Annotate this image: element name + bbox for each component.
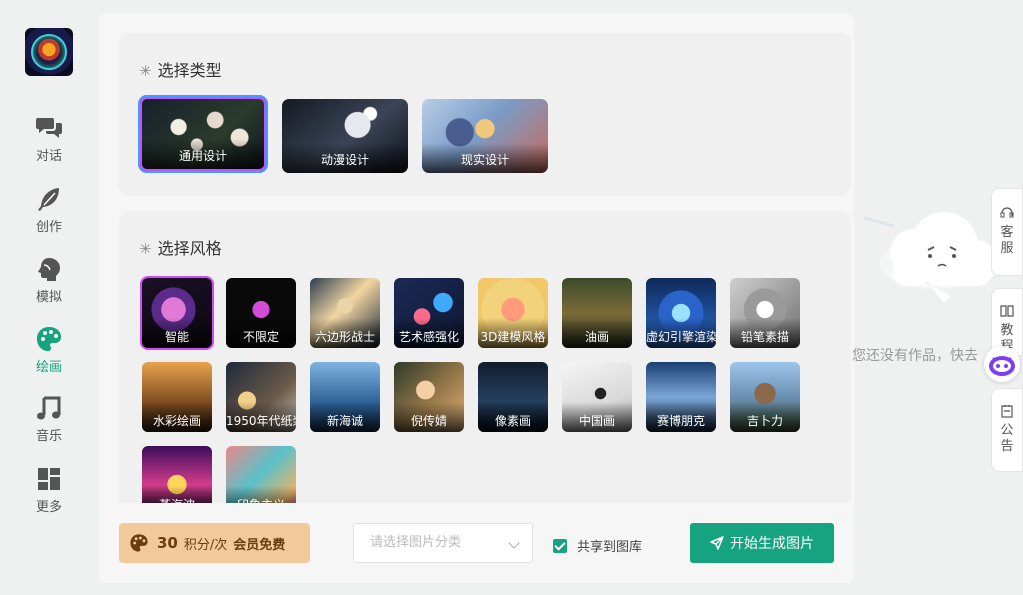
feather-icon (38, 188, 59, 211)
style-tile-label: 铅笔素描 (730, 318, 800, 348)
style-tile[interactable]: 不限定 (226, 278, 296, 348)
asterisk-icon: ✳ (139, 240, 152, 258)
generate-button-label: 开始生成图片 (730, 536, 814, 552)
style-tile-label: 1950年代纸浆 (226, 402, 296, 432)
type-tile-general[interactable]: 通用设计 (140, 97, 266, 171)
notice-icon (1001, 405, 1013, 418)
sidebar-item-label: 绘画 (35, 360, 62, 375)
sidebar-item-music[interactable]: 音乐 (0, 395, 98, 455)
style-tile-label: 像素画 (478, 402, 548, 432)
style-tile-label: 不限定 (226, 318, 296, 348)
type-tile-label: 动漫设计 (282, 143, 408, 173)
type-section: ✳ 选择类型 通用设计 动漫设计 现实设计 (119, 33, 851, 196)
style-tile-label: 3D建模风格 (478, 318, 548, 348)
style-tile-label: 水彩绘画 (142, 402, 212, 432)
style-tile[interactable]: 吉卜力 (730, 362, 800, 432)
chevron-down-icon (508, 537, 520, 549)
assistant-bot-icon[interactable] (984, 346, 1020, 382)
bottom-bar: 30 积分/次 会员免费 请选择图片分类 共享到图库 开始生成图片 (99, 503, 854, 583)
share-checkbox[interactable] (553, 538, 567, 553)
style-tile-label: 倪传婧 (394, 402, 464, 432)
palette-icon (37, 327, 61, 351)
empty-cloud-illustration (863, 208, 1004, 318)
headset-icon (1000, 207, 1014, 218)
type-section-title: ✳ 选择类型 (139, 61, 222, 80)
points-cost-badge[interactable]: 30 积分/次 会员免费 (119, 523, 310, 563)
book-icon (1000, 305, 1014, 317)
category-select[interactable]: 请选择图片分类 (353, 523, 533, 563)
style-section: ✳ 选择风格 智能 不限定 六边形战士 艺术感强化 3D建模风格 油画 虚幻引擎渲染 铅笔素描水… (119, 211, 851, 516)
main-panel: ✳ 选择类型 通用设计 动漫设计 现实设计 ✳ 选择风格 智能 不限定 六边形战士 艺术感… (99, 13, 854, 583)
send-icon (710, 536, 724, 550)
music-icon (37, 396, 61, 420)
style-tile-label: 中国画 (562, 402, 632, 432)
style-tile-label: 新海诚 (310, 402, 380, 432)
sidebar-item-more[interactable]: 更多 (0, 466, 98, 526)
points-unit: 积分/次 (183, 537, 228, 553)
share-toggle[interactable]: 共享到图库 (553, 536, 642, 555)
share-label: 共享到图库 (577, 540, 643, 555)
style-tile[interactable]: 油画 (562, 278, 632, 348)
style-tile-label: 虚幻引擎渲染 (646, 318, 716, 348)
type-tile-label: 现实设计 (422, 143, 548, 173)
sidebar-item-label: 对话 (35, 149, 62, 164)
style-tile[interactable]: 艺术感强化 (394, 278, 464, 348)
style-tile[interactable]: 1950年代纸浆 (226, 362, 296, 432)
type-tile-anime[interactable]: 动漫设计 (282, 99, 408, 173)
style-tile[interactable]: 像素画 (478, 362, 548, 432)
style-tile[interactable]: 新海诚 (310, 362, 380, 432)
style-tile[interactable]: 赛博朋克 (646, 362, 716, 432)
points-value: 30 (157, 534, 178, 552)
sidebar-item-create[interactable]: 创作 (0, 186, 98, 246)
type-tile-realistic[interactable]: 现实设计 (422, 99, 548, 173)
sidebar-item-label: 模拟 (35, 290, 62, 305)
sidebar-item-label: 音乐 (35, 429, 62, 444)
member-free-label: 会员免费 (233, 537, 286, 553)
style-tile[interactable]: 六边形战士 (310, 278, 380, 348)
sidebar-item-chat[interactable]: 对话 (0, 115, 98, 175)
tab-customer-service[interactable]: 客服 (991, 188, 1023, 276)
palette-icon (130, 534, 148, 552)
style-tile[interactable]: 3D建模风格 (478, 278, 548, 348)
grid-icon (38, 468, 60, 490)
style-tile[interactable]: 水彩绘画 (142, 362, 212, 432)
style-tile[interactable]: 铅笔素描 (730, 278, 800, 348)
style-tile[interactable]: 虚幻引擎渲染 (646, 278, 716, 348)
style-tile[interactable]: 智能 (140, 276, 214, 350)
style-tile[interactable]: 中国画 (562, 362, 632, 432)
side-tab-label: 公告 (1000, 423, 1014, 454)
avatar[interactable] (25, 28, 73, 76)
chat-icon (36, 118, 62, 138)
style-tile-label: 六边形战士 (310, 318, 380, 348)
sidebar-item-simulate[interactable]: 模拟 (0, 256, 98, 316)
style-tile-label: 赛博朋克 (646, 402, 716, 432)
sidebar: 对话 创作 模拟 绘画 音乐 更多 (0, 0, 98, 595)
sidebar-item-label: 创作 (35, 220, 62, 235)
style-tile[interactable]: 倪传婧 (394, 362, 464, 432)
style-section-title: ✳ 选择风格 (139, 239, 222, 258)
asterisk-icon: ✳ (139, 62, 152, 80)
head-icon (38, 258, 60, 281)
category-select-placeholder: 请选择图片分类 (370, 535, 462, 550)
style-tile-label: 智能 (142, 318, 212, 348)
tab-announcement[interactable]: 公告 (991, 388, 1023, 472)
style-tile-label: 吉卜力 (730, 402, 800, 432)
side-tab-label: 客服 (1000, 225, 1014, 256)
sidebar-item-label: 更多 (35, 500, 62, 515)
empty-works-text: 您还没有作品，快去 (852, 348, 978, 364)
style-tile-label: 油画 (562, 318, 632, 348)
generate-button[interactable]: 开始生成图片 (690, 523, 834, 563)
style-tile-label: 艺术感强化 (394, 318, 464, 348)
type-tile-label: 通用设计 (142, 139, 264, 169)
sidebar-item-paint[interactable]: 绘画 (0, 326, 98, 386)
